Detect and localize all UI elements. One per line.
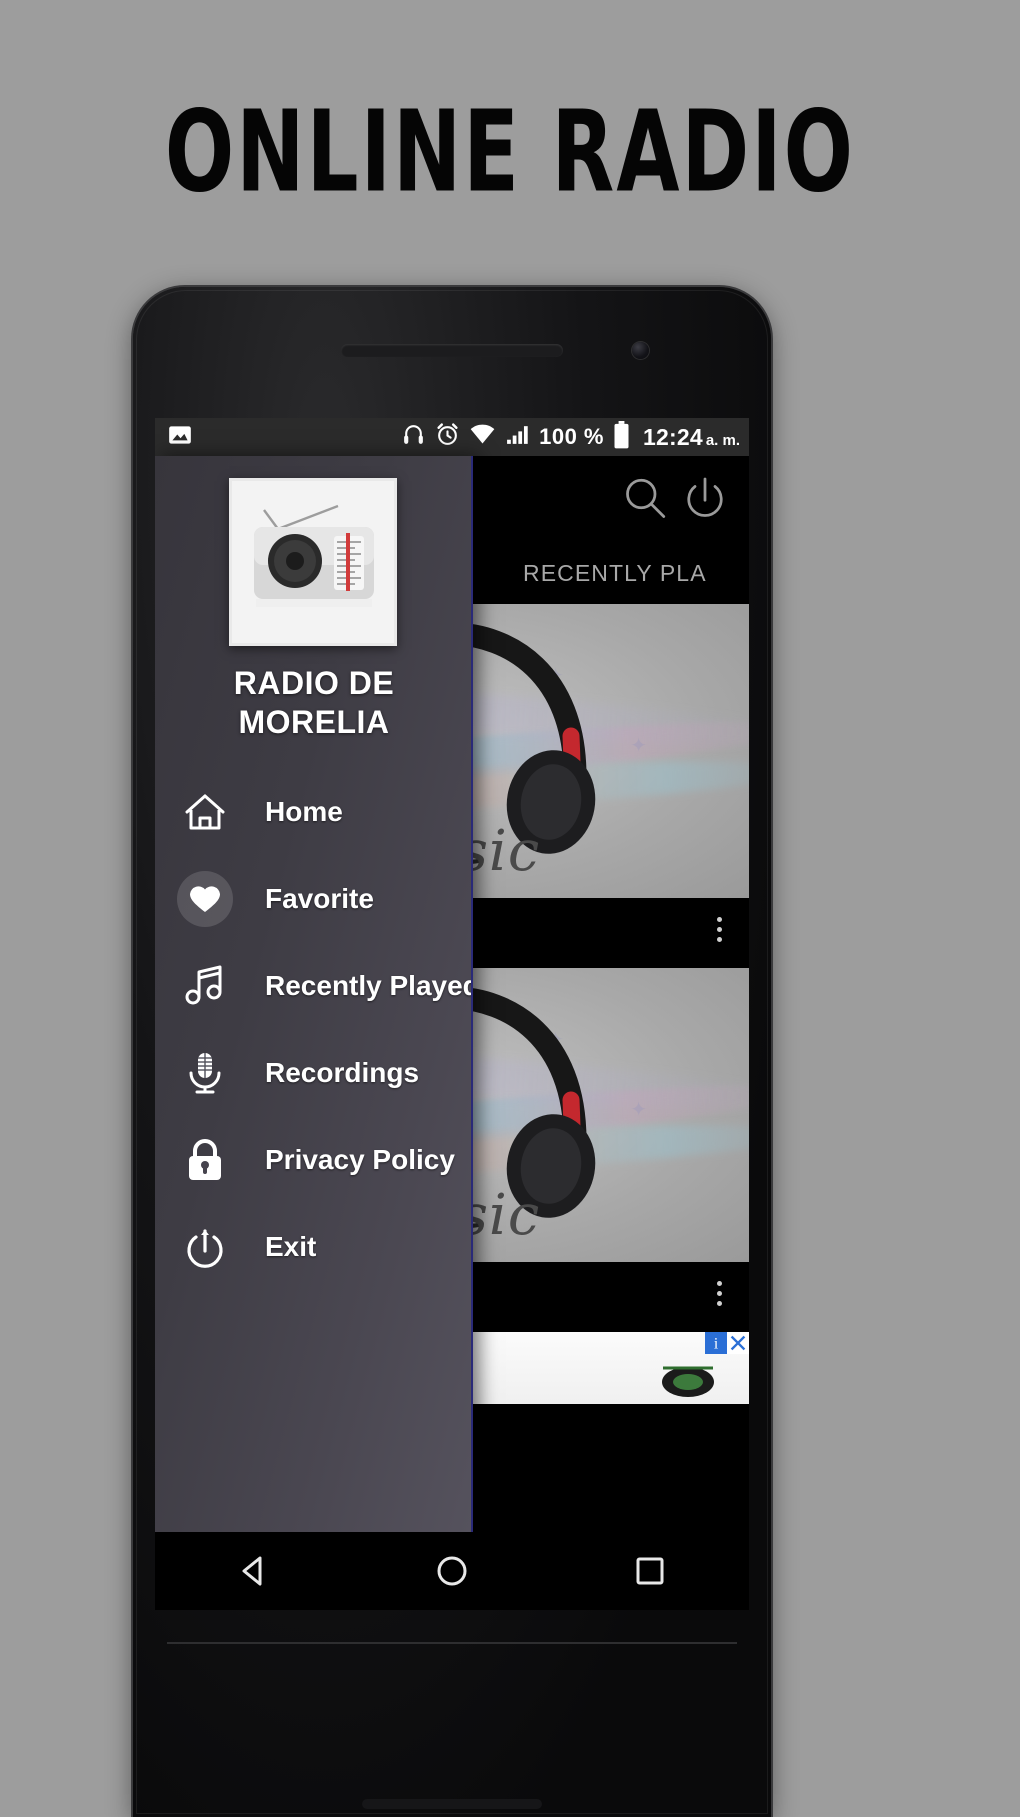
search-icon[interactable] bbox=[615, 469, 675, 529]
earpiece-speaker bbox=[341, 344, 563, 357]
navigation-drawer: RADIO DE MORELIA Home Favorite Recently … bbox=[155, 456, 473, 1532]
clock-time: 12:24 bbox=[642, 423, 703, 450]
drawer-item-exit[interactable]: Exit bbox=[155, 1203, 471, 1290]
wifi-icon bbox=[469, 422, 496, 452]
phone-bottom-speaker bbox=[362, 1799, 542, 1809]
adchoices-close-icon[interactable] bbox=[727, 1332, 749, 1354]
drawer-item-label: Exit bbox=[265, 1230, 317, 1262]
signal-icon bbox=[505, 422, 530, 452]
drawer-item-label: Home bbox=[265, 795, 343, 827]
front-camera-icon bbox=[632, 342, 649, 359]
home-icon bbox=[177, 784, 233, 840]
clock-meridiem: a. m. bbox=[705, 431, 740, 449]
drawer-item-label: Privacy Policy bbox=[265, 1143, 455, 1175]
artwork-star-icon: ✦ bbox=[630, 735, 647, 758]
power-icon[interactable] bbox=[675, 469, 735, 529]
heart-icon bbox=[177, 870, 233, 927]
overflow-menu-icon[interactable] bbox=[699, 1270, 739, 1316]
overflow-menu-icon[interactable] bbox=[699, 906, 739, 952]
drawer-item-label: Recordings bbox=[265, 1056, 420, 1088]
status-bar-left bbox=[167, 422, 193, 453]
power-icon bbox=[177, 1219, 233, 1275]
drawer-item-label: Recently Played bbox=[265, 969, 473, 1001]
status-bar-clock: 12:24 a. m. bbox=[643, 424, 740, 451]
radio-app-logo bbox=[229, 478, 397, 646]
drawer-item-label: Favorite bbox=[265, 882, 374, 914]
microphone-icon bbox=[177, 1045, 233, 1101]
drawer-item-recordings[interactable]: Recordings bbox=[155, 1029, 471, 1116]
alarm-icon bbox=[435, 422, 460, 452]
page-title: ONLINE RADIO bbox=[164, 85, 856, 218]
home-circle-icon[interactable] bbox=[417, 1545, 487, 1597]
image-icon bbox=[167, 422, 193, 453]
recents-square-icon[interactable] bbox=[615, 1545, 685, 1597]
ad-advertiser-logo bbox=[662, 1366, 714, 1397]
battery-percent-label: 100 % bbox=[539, 424, 604, 449]
phone-device: 100 % 12:24 a. m. relia bbox=[133, 287, 771, 1817]
drawer-item-recently-played[interactable]: Recently Played bbox=[155, 942, 473, 1029]
battery-icon bbox=[613, 420, 630, 454]
back-triangle-icon[interactable] bbox=[219, 1545, 289, 1597]
svg-text:i: i bbox=[714, 1336, 719, 1353]
headphones-icon bbox=[401, 422, 426, 452]
status-bar-right: 100 % 12:24 a. m. bbox=[401, 420, 740, 454]
drawer-menu: Home Favorite Recently Played Recordings… bbox=[155, 768, 473, 1290]
phone-bottom-divider bbox=[167, 1642, 737, 1644]
drawer-item-favorite[interactable]: Favorite bbox=[155, 855, 471, 942]
android-nav-bar bbox=[155, 1532, 749, 1610]
artwork-star-icon: ✦ bbox=[630, 1099, 647, 1122]
phone-screen: 100 % 12:24 a. m. relia bbox=[155, 418, 749, 1532]
drawer-title: RADIO DE MORELIA bbox=[233, 665, 395, 741]
status-bar: 100 % 12:24 a. m. bbox=[155, 418, 749, 456]
heart-icon-badge bbox=[177, 870, 233, 927]
radio-icon bbox=[254, 504, 374, 607]
adchoices-badge[interactable]: i bbox=[705, 1332, 749, 1354]
tab-recently-played[interactable]: RECENTLY PLA bbox=[523, 560, 707, 587]
drawer-item-privacy-policy[interactable]: Privacy Policy bbox=[155, 1116, 471, 1203]
drawer-item-home[interactable]: Home bbox=[155, 768, 471, 855]
lock-icon bbox=[177, 1132, 233, 1188]
music-note-icon bbox=[177, 958, 233, 1014]
adchoices-info-icon[interactable]: i bbox=[705, 1332, 727, 1354]
